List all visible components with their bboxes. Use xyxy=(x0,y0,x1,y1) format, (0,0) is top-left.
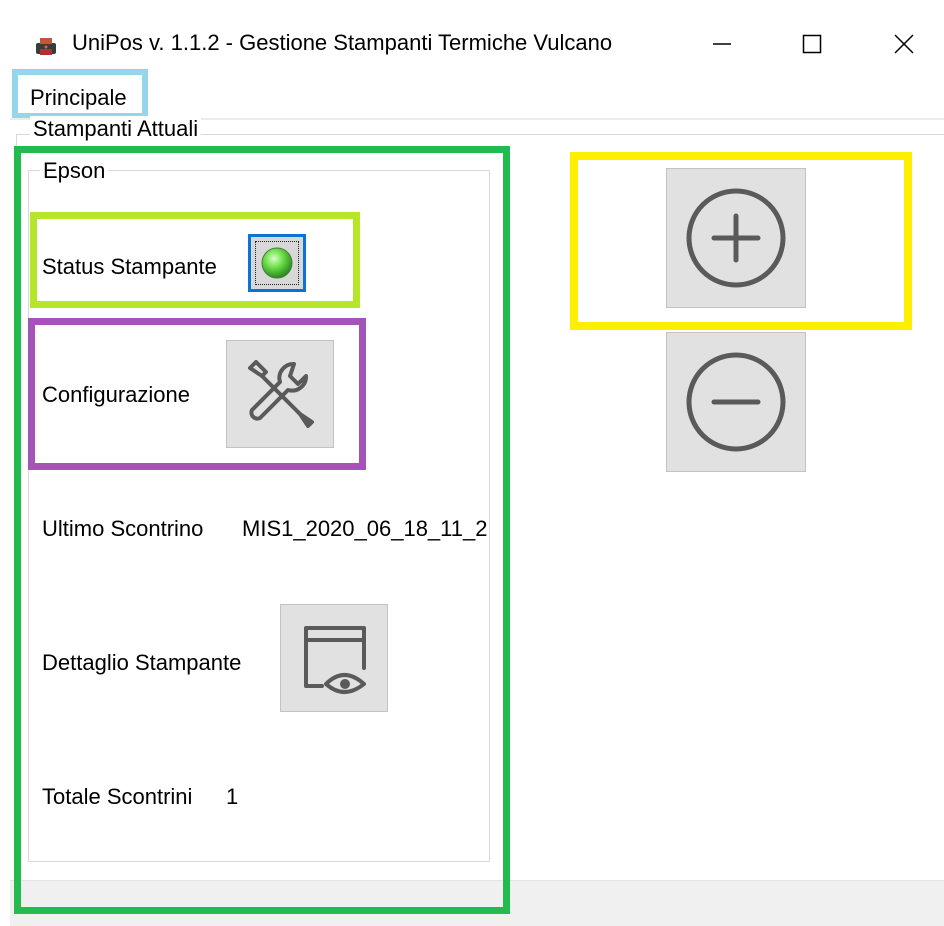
maximize-icon xyxy=(802,34,822,54)
printer-icon xyxy=(34,34,58,58)
config-row-highlight xyxy=(28,318,366,470)
maximize-button[interactable] xyxy=(776,14,848,74)
menu-item-label: Principale xyxy=(30,85,127,110)
remove-circle-icon xyxy=(686,352,786,452)
close-icon xyxy=(894,34,914,54)
remove-printer-button[interactable] xyxy=(666,332,806,472)
window-title: UniPos v. 1.1.2 - Gestione Stampanti Ter… xyxy=(72,30,613,55)
minimize-button[interactable] xyxy=(686,14,758,74)
status-row-highlight xyxy=(30,212,360,308)
minimize-icon xyxy=(713,43,731,45)
stampanti-group-title: Stampanti Attuali xyxy=(30,116,202,142)
close-button[interactable] xyxy=(868,14,940,74)
menu-item-principale[interactable]: Principale xyxy=(12,69,148,119)
add-button-highlight xyxy=(570,152,912,330)
